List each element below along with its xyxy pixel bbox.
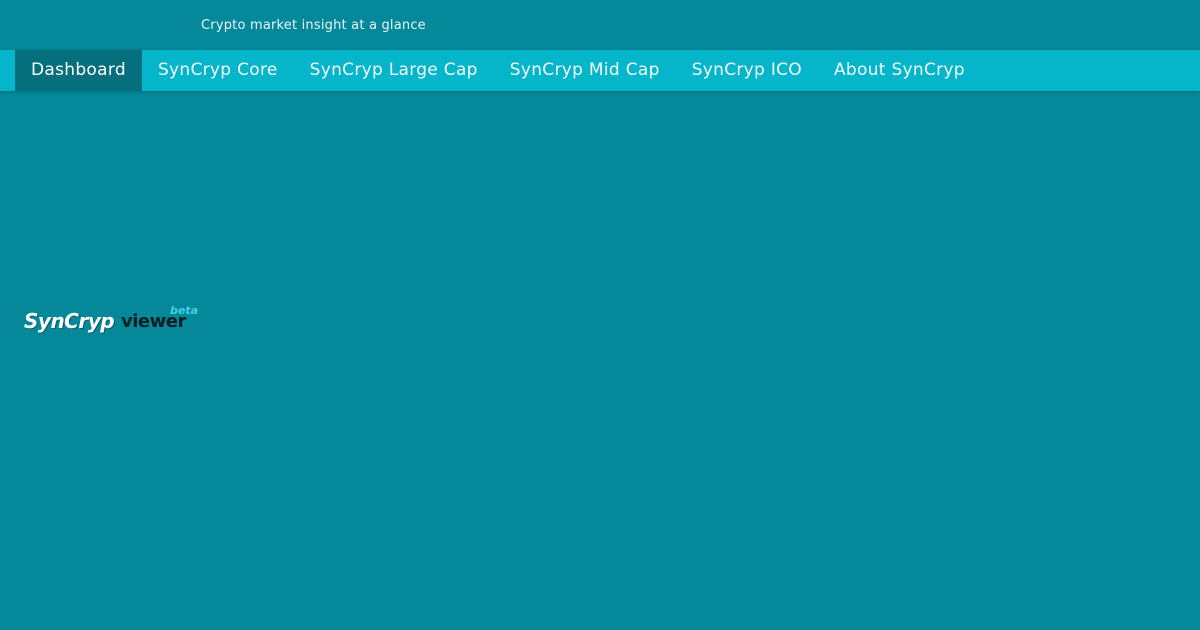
nav-item-syncryp-ico[interactable]: SynCryp ICO <box>676 50 818 91</box>
page: Crypto market insight at a glance Dashbo… <box>0 0 1200 630</box>
nav-item-dashboard[interactable]: Dashboard <box>15 50 142 91</box>
header: Crypto market insight at a glance <box>0 0 1200 50</box>
syncryp-viewer-logo: SynCryp viewer beta <box>24 303 199 339</box>
nav-list: Dashboard SynCryp Core SynCryp Large Cap… <box>15 50 981 91</box>
logo-brand-text: SynCryp <box>24 309 115 333</box>
nav-item-syncryp-large-cap[interactable]: SynCryp Large Cap <box>294 50 494 91</box>
beta-badge: beta <box>170 304 199 317</box>
nav-item-about-syncryp[interactable]: About SynCryp <box>818 50 981 91</box>
main-navbar: Dashboard SynCryp Core SynCryp Large Cap… <box>0 50 1200 91</box>
nav-item-syncryp-mid-cap[interactable]: SynCryp Mid Cap <box>494 50 676 91</box>
nav-item-syncryp-core[interactable]: SynCryp Core <box>142 50 294 91</box>
tagline: Crypto market insight at a glance <box>201 18 426 33</box>
